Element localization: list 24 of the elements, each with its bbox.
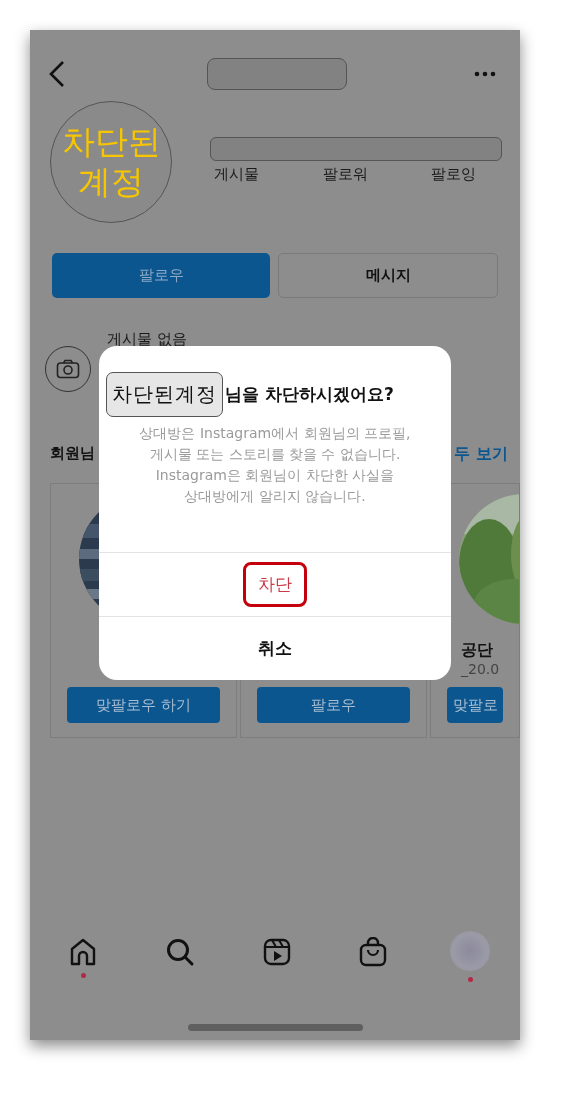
avatar-label: 차단된 계정 xyxy=(60,122,162,202)
back-icon[interactable] xyxy=(47,59,67,89)
empty-posts-label: 게시물 없음 xyxy=(107,330,187,349)
dialog-message: 상대방은 Instagram에서 회원님의 프로필, 게시물 또는 스토리를 찾을 수 없습니다. Instagram은 회원님이 차단한 사실을 상대방에게 알리지 않습니다. xyxy=(138,424,412,506)
stat-label[interactable]: 팔로잉 xyxy=(431,165,476,184)
stat-label[interactable]: 팔로워 xyxy=(322,165,368,184)
more-icon[interactable] xyxy=(474,71,496,77)
follow-back-button[interactable]: 맞팔로우 하기 xyxy=(67,687,220,723)
message-button[interactable]: 메시지 xyxy=(278,253,498,298)
dialog-title: 님을 차단하시겠어요? xyxy=(225,383,394,406)
follow-back-button[interactable]: 맞팔로 xyxy=(447,687,503,723)
follow-button[interactable]: 팔로우 xyxy=(52,253,270,298)
reels-icon[interactable] xyxy=(261,937,292,967)
cancel-button[interactable]: 취소 xyxy=(243,626,307,671)
stat-label[interactable]: 게시물 xyxy=(214,165,259,184)
home-icon[interactable] xyxy=(68,937,98,967)
follow-back-button[interactable]: 팔로우 xyxy=(257,687,410,723)
section-title: 회원님 xyxy=(50,444,95,464)
block-button[interactable]: 차단 xyxy=(243,562,307,607)
suggestion-name: 공단 xyxy=(460,640,494,661)
search-icon[interactable] xyxy=(164,937,195,967)
shopping-bag-icon[interactable] xyxy=(358,937,389,967)
suggestion-subtitle: _20.0 xyxy=(460,661,501,677)
name-tag: 차단된계정 xyxy=(106,372,223,417)
